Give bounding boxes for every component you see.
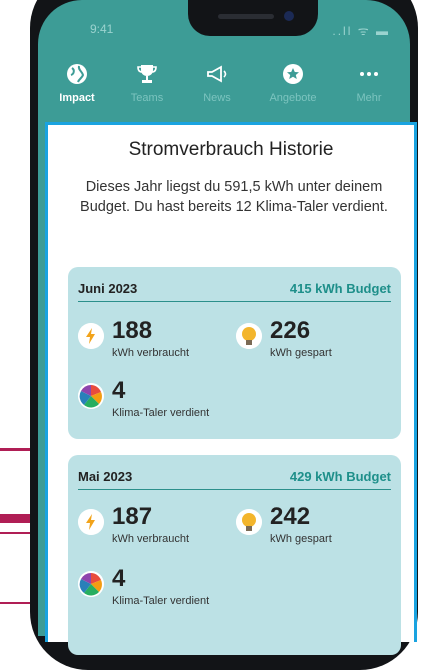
card-budget: 415 kWh Budget <box>289 281 391 296</box>
stat-value: 226 <box>270 317 311 344</box>
tab-label: News <box>203 92 231 104</box>
page-title: Stromverbrauch Historie <box>128 139 334 160</box>
intro-text: Dieses Jahr liegst du 591,5 kWh unter de… <box>80 179 388 215</box>
star-icon <box>283 64 303 84</box>
tab-label: Angebote <box>269 92 317 104</box>
lightning-icon <box>78 509 104 535</box>
tab-news[interactable]: News <box>182 62 252 104</box>
tab-mehr[interactable]: Mehr <box>334 62 404 104</box>
card-header: Juni 2023 415 kWh Budget <box>78 281 391 302</box>
speaker <box>218 14 274 19</box>
stat-label: kWh verbraucht <box>112 347 190 359</box>
tab-label: Impact <box>59 92 95 104</box>
stat-label: kWh verbraucht <box>112 533 190 545</box>
stat-saved: 226 kWh gespart <box>236 317 386 367</box>
tab-angebote[interactable]: Angebote <box>258 62 328 104</box>
stat-used: 187 kWh verbraucht <box>78 503 228 553</box>
stat-saved: 242 kWh gespart <box>236 503 386 553</box>
megaphone-icon <box>207 65 227 83</box>
notch <box>188 0 318 36</box>
stat-coins: 4 Klima-Taler verdient <box>78 565 278 615</box>
card-header: Mai 2023 429 kWh Budget <box>78 469 391 490</box>
month-card: Mai 2023 429 kWh Budget 187 kWh verbrauc… <box>68 455 401 655</box>
stat-label: Klima-Taler verdient <box>112 407 210 419</box>
card-budget: 429 kWh Budget <box>289 469 391 484</box>
card-month: Mai 2023 <box>78 469 133 484</box>
tab-impact[interactable]: Impact <box>42 62 112 104</box>
stat-used: 188 kWh verbraucht <box>78 317 228 367</box>
stat-value: 242 <box>270 503 311 530</box>
stat-label: Klima-Taler verdient <box>112 595 210 607</box>
month-card: Juni 2023 415 kWh Budget 188 kWh verbrau… <box>68 267 401 439</box>
stat-value: 188 <box>112 317 153 344</box>
status-time: 9:41 <box>90 22 114 36</box>
color-wheel-icon <box>78 383 104 409</box>
camera <box>284 11 294 21</box>
lightbulb-icon <box>236 323 262 349</box>
tab-label: Teams <box>130 92 164 104</box>
trophy-icon <box>137 65 157 83</box>
card-month: Juni 2023 <box>78 281 138 296</box>
stat-value: 4 <box>112 565 126 592</box>
stat-label: kWh gespart <box>270 533 332 545</box>
lightning-icon <box>78 323 104 349</box>
more-icon <box>360 72 378 76</box>
tab-bar: Impact Teams News Angebote Mehr <box>38 62 410 120</box>
stat-label: kWh gespart <box>270 347 332 359</box>
stat-coins: 4 Klima-Taler verdient <box>78 377 278 427</box>
lightbulb-icon <box>236 509 262 535</box>
status-icons: ..ll ᯤ ▬ <box>332 24 390 38</box>
tab-teams[interactable]: Teams <box>112 62 182 104</box>
history-panel: Stromverbrauch Historie Dieses Jahr lieg… <box>45 122 417 655</box>
stat-value: 4 <box>112 377 126 404</box>
globe-icon <box>67 64 87 84</box>
color-wheel-icon <box>78 571 104 597</box>
stat-value: 187 <box>112 503 153 530</box>
tab-label: Mehr <box>356 92 382 104</box>
